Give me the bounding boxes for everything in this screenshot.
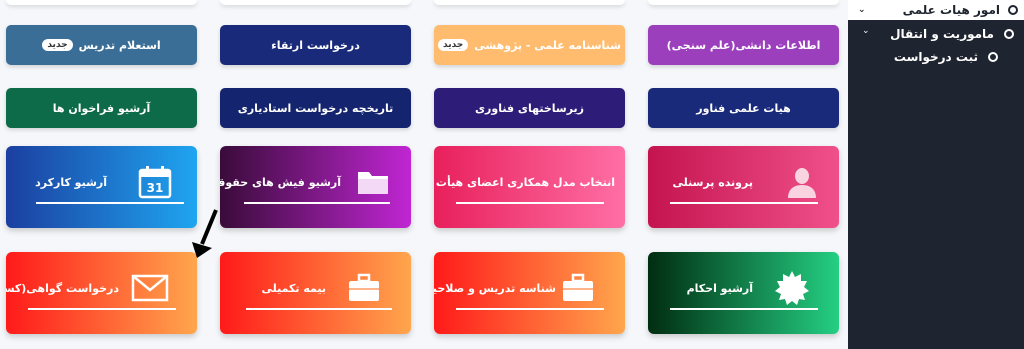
button-label: آرشیو فراخوان ها [52,101,151,115]
card-label: آرشیو کارکرد [35,176,107,189]
button-label: تاریخچه درخواست استادیاری [237,101,394,115]
pointer-arrow-icon [192,209,218,258]
decrees-archive-card[interactable]: آرشیو احکام [648,252,839,334]
card-underline [670,202,818,204]
card-underline [244,202,390,204]
card-underline [456,308,604,310]
card-underline [670,308,818,310]
card-underline [246,308,392,310]
button-label: هیات علمی فناور [696,101,791,115]
card-label: بیمه تکمیلی [261,282,326,295]
personnel-file-card[interactable]: پرونده پرسنلی [648,146,839,228]
supplementary-insurance-card[interactable]: بیمه تکمیلی [220,252,411,334]
card-underline [28,308,176,310]
card-label: آرشیو فیش های حقوقی [220,176,341,189]
sidebar: امور هیات علمی ⌄ ماموریت و انتقال ⌄ ثبت … [848,0,1024,349]
calendar-icon: 31 [135,162,175,202]
button-label: شناسنامه علمی - پژوهشی [474,38,621,52]
sidebar-item-faculty-affairs[interactable]: امور هیات علمی ⌄ [848,0,1024,20]
partial-card [220,0,411,5]
tech-faculty-button[interactable]: هیات علمی فناور [648,88,839,128]
chevron-down-icon: ⌄ [858,5,866,15]
teaching-id-card[interactable]: شناسه تدریس و صلاحیت [434,252,625,334]
user-icon [782,162,822,202]
sidebar-item-label: امور هیات علمی [902,3,1000,17]
cooperation-model-card[interactable]: انتخاب مدل همکاری اعضای هیأت علمی [434,146,625,228]
button-label: اطلاعات دانشی(علم سنجی) [666,38,821,52]
briefcase-icon [344,268,384,308]
badge-icon [772,268,812,308]
calls-archive-button[interactable]: آرشیو فراخوان ها [6,88,197,128]
card-label: پرونده پرسنلی [672,176,753,189]
certificate-request-card[interactable]: درخواست گواهی(کسر از حقوق و [6,252,197,334]
folder-icon [353,162,393,202]
card-label: درخواست گواهی(کسر از حقوق و [6,282,119,295]
card-underline [456,202,604,204]
tech-infrastructure-button[interactable]: زیرساختهای فناوری [434,88,625,128]
assistant-prof-history-button[interactable]: تاریخچه درخواست استادیاری [220,88,411,128]
new-badge: جدید [42,39,73,51]
payslip-archive-card[interactable]: آرشیو فیش های حقوقی [220,146,411,228]
circle-icon [1008,5,1018,15]
svg-text:31: 31 [147,181,164,195]
card-label: آرشیو احکام [686,282,753,295]
button-label: استعلام تدریس [78,38,161,52]
new-badge: جدید [438,39,469,51]
sidebar-item-register-request[interactable]: ثبت درخواست [894,47,998,67]
promotion-request-button[interactable]: درخواست ارتقاء [220,25,411,65]
work-archive-card[interactable]: 31 آرشیو کارکرد [6,146,197,228]
circle-icon [1004,29,1014,39]
button-label: زیرساختهای فناوری [474,101,585,115]
scientific-profile-button[interactable]: شناسنامه علمی - پژوهشی جدید [434,25,625,65]
sidebar-item-label: ثبت درخواست [893,50,978,64]
sidebar-item-mission-transfer[interactable]: ماموریت و انتقال [890,24,1014,44]
briefcase-icon [558,268,598,308]
button-label: درخواست ارتقاء [271,38,360,52]
sidebar-item-label: ماموریت و انتقال [890,27,994,41]
partial-card [648,0,839,5]
card-label: شناسه تدریس و صلاحیت [434,282,556,295]
scientometrics-button[interactable]: اطلاعات دانشی(علم سنجی) [648,25,839,65]
partial-card [434,0,625,5]
main-content: استعلام تدریس جدید درخواست ارتقاء شناسنا… [0,0,848,349]
chevron-down-icon: ⌄ [862,26,870,36]
circle-icon [988,52,998,62]
partial-card [6,0,197,5]
card-label: انتخاب مدل همکاری اعضای هیأت علمی [434,176,615,189]
card-underline [36,202,184,204]
teaching-inquiry-button[interactable]: استعلام تدریس جدید [6,25,197,65]
envelope-icon [130,268,170,308]
